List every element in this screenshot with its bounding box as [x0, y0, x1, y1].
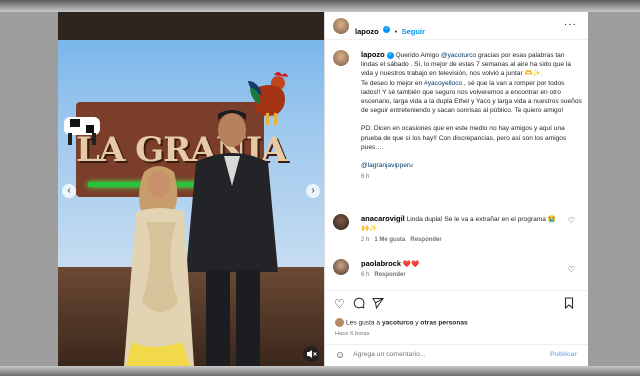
comment-input[interactable]: Agrega un comentario...	[353, 351, 426, 358]
commenter-avatar[interactable]	[333, 214, 349, 230]
post-details-panel: lapozo ✓ • Seguir ··· lapozo ✓ Querido A…	[324, 12, 589, 366]
add-comment-bar: ☺ Agrega un comentario... Publicar	[325, 344, 589, 366]
post-photo[interactable]: LA GRANJA ‹ ›	[58, 12, 324, 366]
comment-heart-icon[interactable]: ♡	[568, 265, 575, 274]
liker-username[interactable]: yacoturco	[382, 319, 414, 326]
left-backdrop	[0, 12, 58, 366]
comment-heart-icon[interactable]: ♡	[568, 216, 575, 225]
likes-prefix: Les gusta a	[346, 319, 382, 327]
verified-icon: ✓	[383, 26, 391, 34]
heart-icon[interactable]: ♡	[334, 297, 345, 311]
right-backdrop	[588, 12, 640, 366]
commenter-avatar[interactable]	[333, 259, 349, 275]
verified-icon: ✓	[386, 51, 394, 59]
screenshot-frame: LA GRANJA ‹ › lapozo ✓ • Seguir ··· lapo…	[0, 0, 640, 376]
comment-icon[interactable]	[353, 297, 365, 312]
comment-text: ❤️❤️	[402, 261, 420, 268]
save-icon[interactable]	[563, 297, 575, 312]
caption-section: lapozo ✓ Querido Amigo @yacoturco gracia…	[325, 42, 589, 212]
caption-avatar[interactable]	[333, 50, 349, 66]
cow-figure	[64, 117, 100, 145]
commenter-username[interactable]: paolabrock	[361, 259, 401, 268]
caption-time: 6 h	[361, 174, 370, 181]
other-likers-link[interactable]: otras personas	[420, 319, 467, 326]
caption-part: Te deseo lo mejor en	[361, 79, 425, 87]
mention-link[interactable]: @lagranjavipperu	[361, 162, 413, 169]
emoji-icon[interactable]: ☺	[335, 350, 345, 361]
bottom-edge	[0, 366, 640, 376]
caption-part: Querido Amigo	[395, 52, 441, 59]
woman-figure	[124, 166, 194, 366]
share-icon[interactable]	[372, 297, 384, 312]
mute-icon[interactable]	[303, 346, 319, 362]
mention-link[interactable]: @yacoturco	[441, 52, 476, 59]
comment-item: anacarovigil Linda dupla! Se le va a ext…	[325, 212, 589, 252]
photo-ceiling	[58, 12, 324, 40]
commenter-username[interactable]: anacarovigil	[361, 214, 405, 223]
liker-avatar[interactable]	[335, 318, 344, 327]
comment-time: 6 h	[361, 272, 370, 278]
reply-button[interactable]: Responder	[374, 272, 405, 278]
caption-text: lapozo ✓ Querido Amigo @yacoturco gracia…	[361, 50, 583, 182]
comment-meta: 2 h 1 Me gusta Responder	[361, 237, 442, 243]
post-header: lapozo ✓ • Seguir ···	[325, 12, 589, 40]
top-edge	[0, 0, 640, 12]
likes-summary: Les gusta a yacoturco y otras personas	[335, 318, 468, 327]
hashtag-link[interactable]: #yacoyelloco	[424, 80, 462, 87]
next-photo-button[interactable]: ›	[306, 184, 320, 198]
separator-dot: •	[394, 29, 398, 36]
follow-button[interactable]: Seguir	[402, 27, 425, 36]
more-icon[interactable]: ···	[564, 19, 577, 30]
prev-photo-button[interactable]: ‹	[62, 184, 76, 198]
comment-meta: 6 h Responder	[361, 272, 406, 278]
post-time: Hace 6 horas	[335, 331, 370, 337]
comment-likes[interactable]: 1 Me gusta	[374, 237, 405, 243]
caption-postscript: PD: Dicen en ocasiones que en este medio…	[361, 125, 567, 151]
comment-time: 2 h	[361, 237, 370, 243]
comment-item: paolabrock ❤️❤️ 6 h Responder ♡	[325, 257, 589, 287]
author-username[interactable]: lapozo	[355, 27, 379, 36]
author-avatar[interactable]	[333, 18, 349, 34]
publish-button[interactable]: Publicar	[550, 351, 577, 358]
caption-username[interactable]: lapozo	[361, 50, 385, 59]
reply-button[interactable]: Responder	[410, 237, 441, 243]
post-actions: ♡ Les gusta a yacoturco y otras personas…	[325, 290, 589, 344]
